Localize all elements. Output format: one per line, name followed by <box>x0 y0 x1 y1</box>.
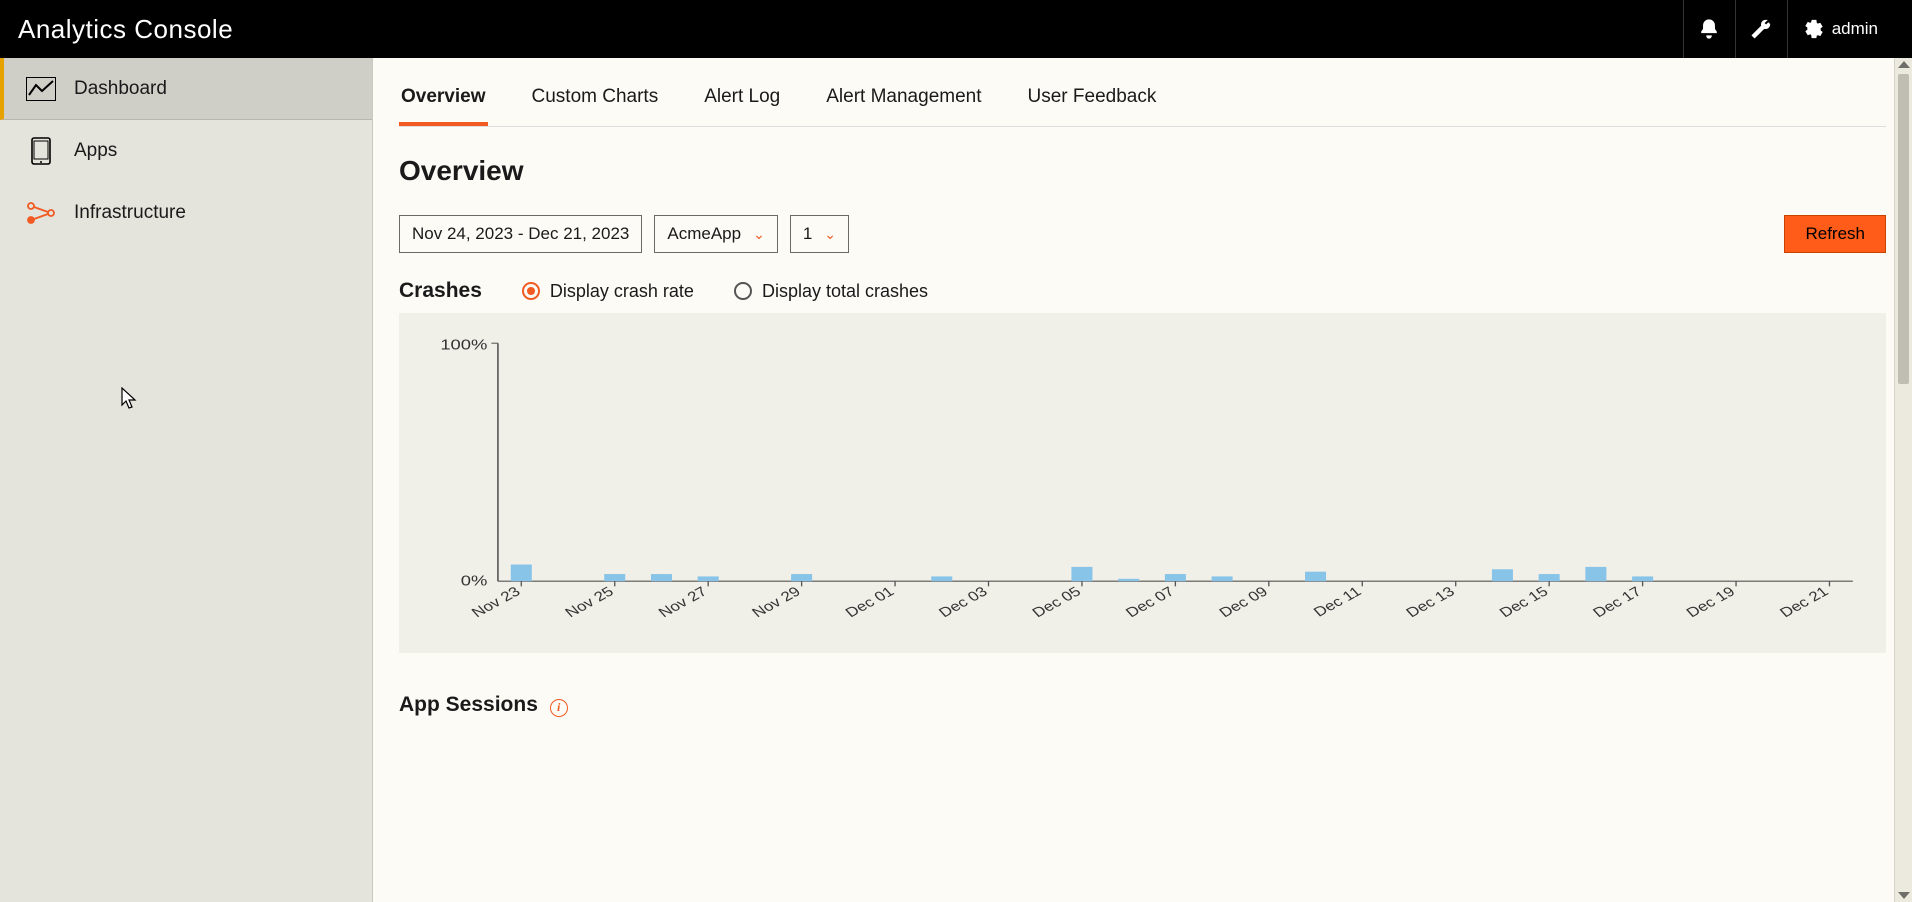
tab-bar: Overview Custom Charts Alert Log Alert M… <box>399 58 1886 127</box>
info-icon[interactable]: i <box>550 699 568 717</box>
svg-text:Dec 11: Dec 11 <box>1311 584 1365 620</box>
svg-text:100%: 100% <box>440 337 487 353</box>
svg-text:Dec 03: Dec 03 <box>936 584 991 620</box>
svg-text:Dec 21: Dec 21 <box>1777 584 1832 620</box>
scroll-down-icon <box>1898 892 1910 899</box>
tools-button[interactable] <box>1735 0 1787 58</box>
svg-text:Dec 05: Dec 05 <box>1029 584 1084 620</box>
radio-dot-icon <box>734 282 752 300</box>
sidebar-item-infrastructure[interactable]: Infrastructure <box>0 182 372 244</box>
sidebar-item-dashboard[interactable]: Dashboard <box>0 58 372 120</box>
tab-alert-log[interactable]: Alert Log <box>702 76 782 126</box>
sidebar-item-apps[interactable]: Apps <box>0 120 372 182</box>
svg-text:Nov 25: Nov 25 <box>562 584 617 620</box>
filter-row: Nov 24, 2023 - Dec 21, 2023 AcmeApp ⌄ 1 … <box>399 215 1886 253</box>
user-menu[interactable]: admin <box>1787 0 1894 58</box>
bar-chart: 100% 0%Nov 23 Nov 25 Nov 27 Nov 29 Dec 01 Dec … <box>419 335 1866 653</box>
scrollbar[interactable] <box>1894 58 1912 902</box>
svg-text:Dec 19: Dec 19 <box>1683 584 1738 620</box>
radio-crash-rate[interactable]: Display crash rate <box>522 281 694 302</box>
chevron-down-icon: ⌄ <box>753 226 765 243</box>
sidebar-item-label: Dashboard <box>74 78 167 100</box>
phone-icon <box>26 136 56 166</box>
crashes-title: Crashes <box>399 279 482 303</box>
main-content: Overview Custom Charts Alert Log Alert M… <box>373 58 1912 902</box>
svg-text:Dec 13: Dec 13 <box>1403 584 1458 620</box>
app-select[interactable]: AcmeApp ⌄ <box>654 215 777 253</box>
dashboard-icon <box>26 74 56 104</box>
svg-text:Dec 15: Dec 15 <box>1496 584 1551 620</box>
gear-icon <box>1804 19 1824 39</box>
svg-text:Dec 09: Dec 09 <box>1216 584 1271 620</box>
svg-text:Dec 01: Dec 01 <box>842 584 897 620</box>
svg-text:0%: 0% <box>461 573 488 589</box>
scroll-up-icon <box>1898 61 1910 68</box>
date-range-picker[interactable]: Nov 24, 2023 - Dec 21, 2023 <box>399 215 642 253</box>
refresh-button[interactable]: Refresh <box>1784 215 1886 253</box>
version-select[interactable]: 1 ⌄ <box>790 215 849 253</box>
radio-dot-icon <box>522 282 540 300</box>
notifications-button[interactable] <box>1683 0 1735 58</box>
svg-text:Dec 07: Dec 07 <box>1123 584 1178 620</box>
scroll-thumb[interactable] <box>1898 74 1909 384</box>
sidebar-item-label: Apps <box>74 140 117 162</box>
tab-user-feedback[interactable]: User Feedback <box>1026 76 1159 126</box>
user-name: admin <box>1832 19 1878 39</box>
tab-custom-charts[interactable]: Custom Charts <box>530 76 661 126</box>
tab-overview[interactable]: Overview <box>399 76 488 126</box>
svg-text:Dec 17: Dec 17 <box>1590 584 1645 620</box>
svg-text:Nov 23: Nov 23 <box>469 584 524 620</box>
brand-title: Analytics Console <box>18 14 233 45</box>
bell-icon <box>1698 18 1720 40</box>
tab-alert-management[interactable]: Alert Management <box>824 76 983 126</box>
wrench-icon <box>1750 18 1772 40</box>
sidebar-item-label: Infrastructure <box>74 202 186 224</box>
radio-total-crashes[interactable]: Display total crashes <box>734 281 928 302</box>
svg-text:Nov 29: Nov 29 <box>749 584 804 620</box>
page-title: Overview <box>399 155 1886 187</box>
top-bar: Analytics Console admin <box>0 0 1912 58</box>
cursor-icon <box>121 387 139 411</box>
network-icon <box>26 198 56 228</box>
crashes-chart: 100% 0%Nov 23 Nov 25 Nov 27 Nov 29 Dec 01 Dec … <box>399 313 1886 653</box>
chevron-down-icon: ⌄ <box>824 226 836 243</box>
svg-text:Nov 27: Nov 27 <box>655 584 710 620</box>
sidebar: Dashboard Apps Infrastructure <box>0 58 373 902</box>
sessions-title: App Sessions i <box>399 693 568 717</box>
